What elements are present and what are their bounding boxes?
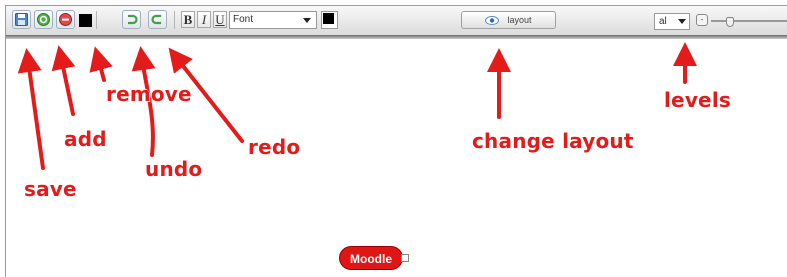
change-layout-annotation: change layout [472, 129, 634, 153]
undo-arrow [131, 46, 156, 157]
remove-annotation: remove [106, 82, 192, 106]
add-arrow [51, 45, 76, 116]
annotation-arrows [17, 42, 697, 170]
mindmap-root-node[interactable]: Moodle [339, 246, 403, 270]
redo-annotation: redo [248, 135, 301, 159]
undo-annotation: undo [145, 157, 203, 181]
save-annotation: save [24, 177, 77, 201]
remove-arrow [89, 46, 113, 82]
save-arrow [17, 48, 45, 170]
add-annotation: add [64, 127, 107, 151]
levels-annotation: levels [664, 88, 731, 112]
node-expand-toggle[interactable] [401, 254, 409, 262]
